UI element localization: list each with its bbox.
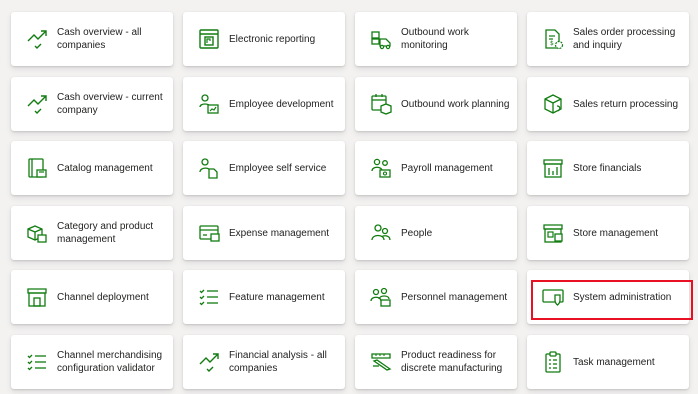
checklist-icon bbox=[197, 285, 221, 309]
credit-card-icon bbox=[197, 221, 221, 245]
tile-store-financials[interactable]: Store financials bbox=[527, 141, 689, 195]
truck-boxes-icon bbox=[369, 27, 393, 51]
tile-label: Employee self service bbox=[229, 162, 327, 174]
trend-up-check-icon bbox=[25, 92, 49, 116]
tile-label: Electronic reporting bbox=[229, 33, 316, 45]
tile-system-administration[interactable]: System administration bbox=[527, 270, 689, 324]
svg-text:$: $ bbox=[550, 40, 554, 47]
tile-category-and-product-management[interactable]: Category and product management bbox=[11, 206, 173, 260]
tile-channel-deployment[interactable]: Channel deployment bbox=[11, 270, 173, 324]
tile-employee-self-service[interactable]: Employee self service bbox=[183, 141, 345, 195]
tile-label: Sales order processing and inquiry bbox=[573, 27, 676, 51]
tile-label: Cash overview - all companies bbox=[57, 27, 142, 51]
tile-label: Personnel management bbox=[401, 291, 508, 303]
tile-label: Outbound work monitoring bbox=[401, 27, 469, 51]
people-icon bbox=[369, 221, 393, 245]
return-box-icon bbox=[541, 92, 565, 116]
tile-expense-management[interactable]: Expense management bbox=[183, 206, 345, 260]
tile-label: Expense management bbox=[229, 227, 330, 239]
tile-cash-overview-all-companies[interactable]: Cash overview - all companies bbox=[11, 12, 173, 66]
tile-label: Catalog management bbox=[57, 162, 153, 174]
tile-product-readiness-for-discrete-manufacturing[interactable]: Product readiness for discrete manufactu… bbox=[355, 335, 517, 389]
tile-financial-analysis-all-companies[interactable]: Financial analysis - all companies bbox=[183, 335, 345, 389]
tile-label: Cash overview - current company bbox=[57, 92, 163, 116]
checklist-icon bbox=[25, 350, 49, 374]
store-front-icon bbox=[25, 285, 49, 309]
tile-label: Product readiness for discrete manufactu… bbox=[401, 350, 503, 374]
tile-sales-return-processing[interactable]: Sales return processing bbox=[527, 77, 689, 131]
tile-label: People bbox=[401, 227, 433, 239]
tile-label: Channel deployment bbox=[57, 291, 149, 303]
tile-label: Payroll management bbox=[401, 162, 493, 174]
tile-outbound-work-planning[interactable]: Outbound work planning bbox=[355, 77, 517, 131]
clipboard-list-icon bbox=[541, 350, 565, 374]
tile-label: Sales return processing bbox=[573, 98, 679, 110]
tile-channel-merchandising-configuration-validator[interactable]: Channel merchandising configuration vali… bbox=[11, 335, 173, 389]
tile-store-management[interactable]: Store management bbox=[527, 206, 689, 260]
tile-label: System administration bbox=[573, 291, 672, 303]
product-boxes-icon bbox=[25, 221, 49, 245]
trend-up-check-icon bbox=[25, 27, 49, 51]
store-chart-icon bbox=[541, 156, 565, 180]
report-document-icon bbox=[197, 27, 221, 51]
tile-label: Employee development bbox=[229, 98, 334, 110]
tile-task-management[interactable]: Task management bbox=[527, 335, 689, 389]
tile-payroll-management[interactable]: Payroll management bbox=[355, 141, 517, 195]
people-group-icon bbox=[369, 285, 393, 309]
trend-up-check-icon bbox=[197, 350, 221, 374]
tile-label: Feature management bbox=[229, 291, 325, 303]
tile-label: Task management bbox=[573, 356, 655, 368]
catalog-icon bbox=[25, 156, 49, 180]
people-money-icon bbox=[369, 156, 393, 180]
tile-outbound-work-monitoring[interactable]: Outbound work monitoring bbox=[355, 12, 517, 66]
tile-employee-development[interactable]: Employee development bbox=[183, 77, 345, 131]
tile-sales-order-processing-and-inquiry[interactable]: $ Sales order processing and inquiry bbox=[527, 12, 689, 66]
person-chart-icon bbox=[197, 92, 221, 116]
workspace-tile-grid: Cash overview - all companies Electronic … bbox=[0, 0, 698, 394]
tile-label: Store management bbox=[573, 227, 659, 239]
store-icon bbox=[541, 221, 565, 245]
tile-label: Store financials bbox=[573, 162, 642, 174]
tile-label: Outbound work planning bbox=[401, 98, 510, 110]
tile-cash-overview-current-company[interactable]: Cash overview - current company bbox=[11, 77, 173, 131]
tile-catalog-management[interactable]: Catalog management bbox=[11, 141, 173, 195]
tile-label: Financial analysis - all companies bbox=[229, 350, 327, 374]
tile-people[interactable]: People bbox=[355, 206, 517, 260]
tile-feature-management[interactable]: Feature management bbox=[183, 270, 345, 324]
tile-label: Category and product management bbox=[57, 221, 154, 245]
order-document-icon: $ bbox=[541, 27, 565, 51]
calendar-box-icon bbox=[369, 92, 393, 116]
tile-electronic-reporting[interactable]: Electronic reporting bbox=[183, 12, 345, 66]
tile-label: Channel merchandising configuration vali… bbox=[57, 350, 163, 374]
shield-window-icon bbox=[541, 285, 565, 309]
tile-personnel-management[interactable]: Personnel management bbox=[355, 270, 517, 324]
person-document-icon bbox=[197, 156, 221, 180]
product-ruler-icon bbox=[369, 350, 393, 374]
